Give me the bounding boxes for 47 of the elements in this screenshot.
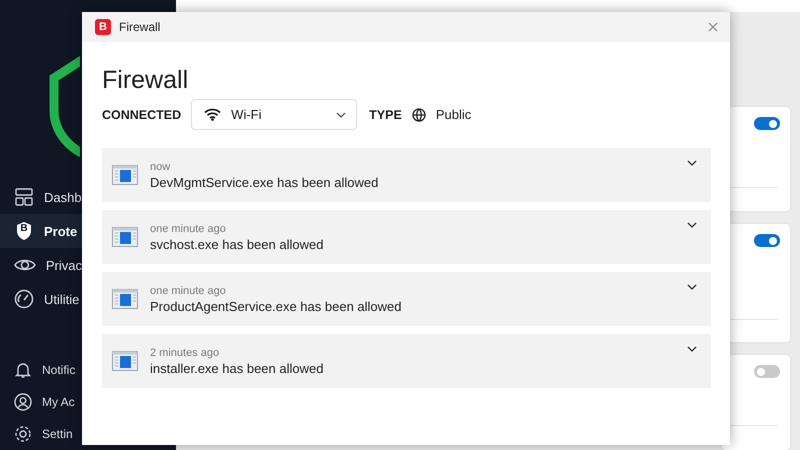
dialog-heading: Firewall <box>102 66 190 95</box>
connected-label: CONNECTED <box>102 108 182 122</box>
window-icon <box>112 227 138 247</box>
event-time: now <box>150 160 172 172</box>
event-message: installer.exe has been allowed <box>150 360 324 376</box>
window-icon <box>112 165 138 185</box>
close-button[interactable] <box>706 20 720 34</box>
sidebar-item[interactable]: Notific <box>0 354 82 386</box>
event-message: ProductAgentService.exe has been allowed <box>150 298 402 314</box>
app-logo: B <box>95 19 111 35</box>
toggle-switch[interactable] <box>754 365 780 378</box>
window-icon <box>112 351 138 371</box>
chevron-down-icon[interactable] <box>687 160 697 166</box>
toggle-switch[interactable] <box>754 234 780 248</box>
event-time: one minute ago <box>150 222 227 234</box>
network-type: Public <box>436 107 472 122</box>
account-icon <box>14 393 32 411</box>
chevron-down-icon[interactable] <box>687 284 697 290</box>
sidebar-item[interactable]: Settin <box>0 418 82 450</box>
sidebar-item[interactable]: Dashb <box>0 180 82 214</box>
bell-icon <box>14 361 32 379</box>
event-time: one minute ago <box>150 284 227 296</box>
dashboard-icon <box>14 187 34 207</box>
event-row[interactable]: one minute ago ProductAgentService.exe has been allowed <box>102 272 711 326</box>
window-icon <box>112 289 138 309</box>
chevron-down-icon[interactable] <box>687 222 697 228</box>
event-message: DevMgmtService.exe has been allowed <box>150 174 380 190</box>
event-row[interactable]: one minute ago svchost.exe has been allowed <box>102 210 711 264</box>
sidebar-item[interactable]: Utilitie <box>0 282 82 316</box>
sidebar-item[interactable]: My Ac <box>0 386 82 418</box>
sidebar-item[interactable]: Privac <box>0 248 82 282</box>
network-dropdown[interactable]: Wi-Fi <box>191 99 358 130</box>
shield-icon: B <box>14 221 34 241</box>
event-message: svchost.exe has been allowed <box>150 236 324 252</box>
window-title: Firewall <box>119 20 162 34</box>
toggle-switch[interactable] <box>754 117 780 130</box>
event-row[interactable]: 2 minutes ago installer.exe has been allowed <box>102 334 711 388</box>
event-time: 2 minutes ago <box>150 346 220 358</box>
sidebar-item[interactable]: B Prote <box>0 214 82 248</box>
event-row[interactable]: now DevMgmtService.exe has been allowed <box>102 148 711 202</box>
settings-icon <box>14 425 32 443</box>
wifi-icon <box>204 108 222 121</box>
type-label: TYPE <box>369 108 402 122</box>
caret-icon <box>336 112 346 118</box>
chevron-down-icon[interactable] <box>687 346 697 352</box>
gauge-icon <box>14 289 34 309</box>
globe-icon <box>412 108 426 122</box>
